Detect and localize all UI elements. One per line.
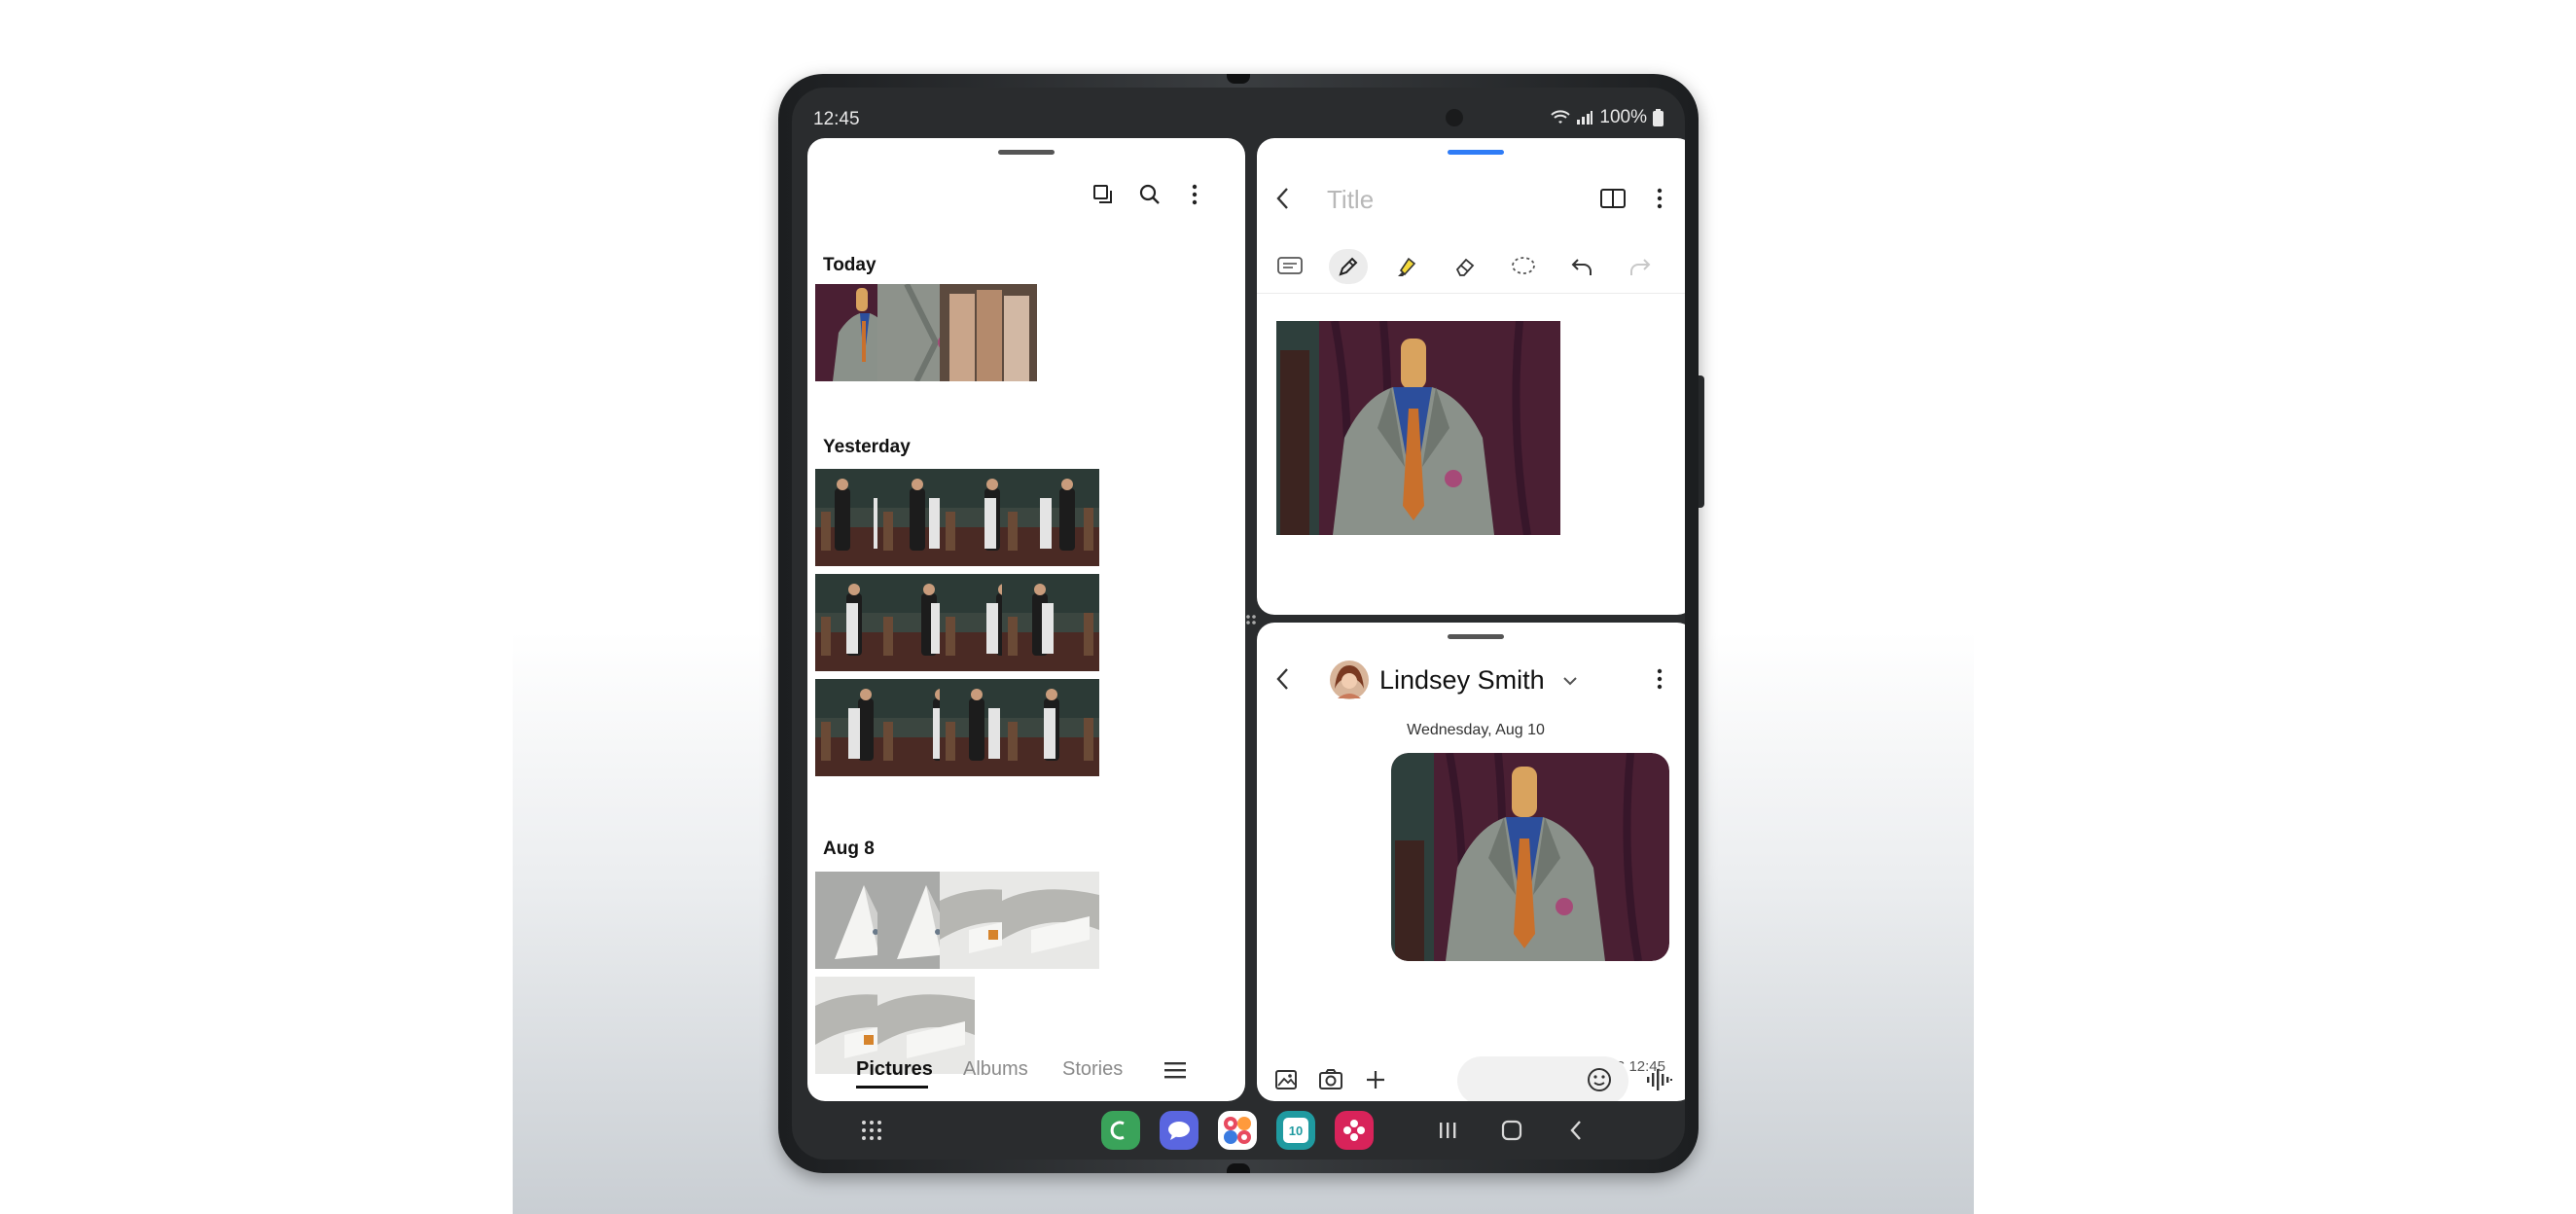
contact-name[interactable]: Lindsey Smith — [1379, 665, 1545, 696]
tab-stories[interactable]: Stories — [1062, 1058, 1123, 1081]
lasso-icon[interactable] — [1504, 249, 1543, 284]
messages-app-icon[interactable] — [1160, 1111, 1199, 1150]
screen: 12:45 100% Today Yesterday Aug 8 Picture… — [792, 88, 1685, 1160]
book-view-icon[interactable] — [1595, 181, 1630, 216]
calendar-day: 10 — [1288, 1123, 1304, 1138]
more-vertical-icon[interactable] — [1642, 181, 1677, 216]
photo-thumbnail[interactable] — [1002, 872, 1101, 971]
tab-underline — [856, 1086, 928, 1089]
photo-thumbnail[interactable] — [940, 284, 1039, 383]
menu-icon[interactable] — [1158, 1053, 1193, 1088]
messages-pane: Lindsey Smith Wednesday, Aug 10 MMS 12:4… — [1257, 623, 1685, 1101]
wifi-icon — [1551, 110, 1571, 124]
phone-app-icon[interactable] — [1101, 1111, 1140, 1150]
mms-image[interactable] — [1391, 753, 1669, 961]
drag-handle-active[interactable] — [1448, 150, 1504, 155]
pen-icon[interactable] — [1329, 249, 1368, 284]
home-icon[interactable] — [1494, 1113, 1529, 1148]
text-box-icon[interactable] — [1270, 249, 1309, 284]
emoji-icon[interactable] — [1582, 1062, 1617, 1097]
select-copy-icon[interactable] — [1086, 177, 1121, 212]
message-date: Wednesday, Aug 10 — [1407, 722, 1545, 738]
gallery-pane: Today Yesterday Aug 8 Pictures Albums St… — [807, 138, 1245, 1101]
gallery-icon[interactable] — [1269, 1062, 1304, 1097]
foldable-phone: 12:45 100% Today Yesterday Aug 8 Picture… — [778, 74, 1699, 1173]
tab-pictures[interactable]: Pictures — [856, 1058, 933, 1081]
gallery-tabs: Pictures Albums Stories — [807, 1043, 1245, 1101]
battery-icon — [1653, 109, 1664, 126]
status-icons: 100% — [1551, 107, 1664, 128]
photo-thumbnail[interactable] — [1002, 469, 1101, 568]
avatar[interactable] — [1329, 660, 1370, 700]
back-nav-icon[interactable] — [1558, 1113, 1593, 1148]
section-title-today: Today — [823, 255, 877, 275]
split-handle[interactable] — [1245, 613, 1257, 626]
drag-handle[interactable] — [1448, 634, 1504, 639]
flower-app-icon[interactable] — [1335, 1111, 1374, 1150]
eraser-icon[interactable] — [1446, 249, 1485, 284]
photo-thumbnail[interactable] — [1002, 574, 1101, 673]
add-icon[interactable] — [1358, 1062, 1393, 1097]
voice-icon[interactable] — [1642, 1062, 1677, 1097]
social-app-icon[interactable] — [1218, 1111, 1257, 1150]
hinge-bottom — [1227, 1163, 1250, 1173]
more-vertical-icon[interactable] — [1642, 661, 1677, 696]
notes-pane: Title — [1257, 138, 1685, 615]
back-icon[interactable] — [1265, 661, 1300, 696]
section-title-aug8: Aug 8 — [823, 839, 875, 859]
notes-title-input[interactable]: Title — [1327, 185, 1374, 215]
camera-dot — [1446, 109, 1463, 126]
signal-icon — [1577, 111, 1593, 125]
drag-handle[interactable] — [998, 150, 1055, 155]
camera-icon[interactable] — [1313, 1062, 1348, 1097]
calendar-glyph: 10 — [1283, 1118, 1308, 1143]
navigation-bar: 10 — [792, 1111, 1685, 1154]
app-grid-icon[interactable] — [854, 1113, 889, 1148]
photo-thumbnail[interactable] — [1002, 679, 1101, 778]
status-time: 12:45 — [813, 109, 860, 129]
tab-albums[interactable]: Albums — [963, 1058, 1028, 1081]
undo-icon[interactable] — [1562, 249, 1601, 284]
more-vertical-icon[interactable] — [1177, 177, 1212, 212]
back-icon[interactable] — [1265, 181, 1300, 216]
side-button — [1699, 375, 1704, 508]
screenshot-stage: 12:45 100% Today Yesterday Aug 8 Picture… — [0, 0, 2576, 1214]
hinge-top — [1227, 74, 1250, 84]
suit-image[interactable] — [1276, 321, 1560, 535]
search-icon[interactable] — [1132, 177, 1167, 212]
pen-toolbar — [1257, 239, 1685, 294]
highlighter-icon[interactable] — [1387, 249, 1426, 284]
recents-icon[interactable] — [1430, 1113, 1465, 1148]
battery-percent: 100% — [1599, 107, 1647, 127]
section-title-yesterday: Yesterday — [823, 437, 911, 457]
status-bar: 12:45 100% — [792, 88, 1685, 136]
chevron-down-icon[interactable] — [1553, 663, 1588, 698]
redo-icon[interactable] — [1621, 249, 1660, 284]
calendar-app-icon[interactable]: 10 — [1276, 1111, 1315, 1150]
